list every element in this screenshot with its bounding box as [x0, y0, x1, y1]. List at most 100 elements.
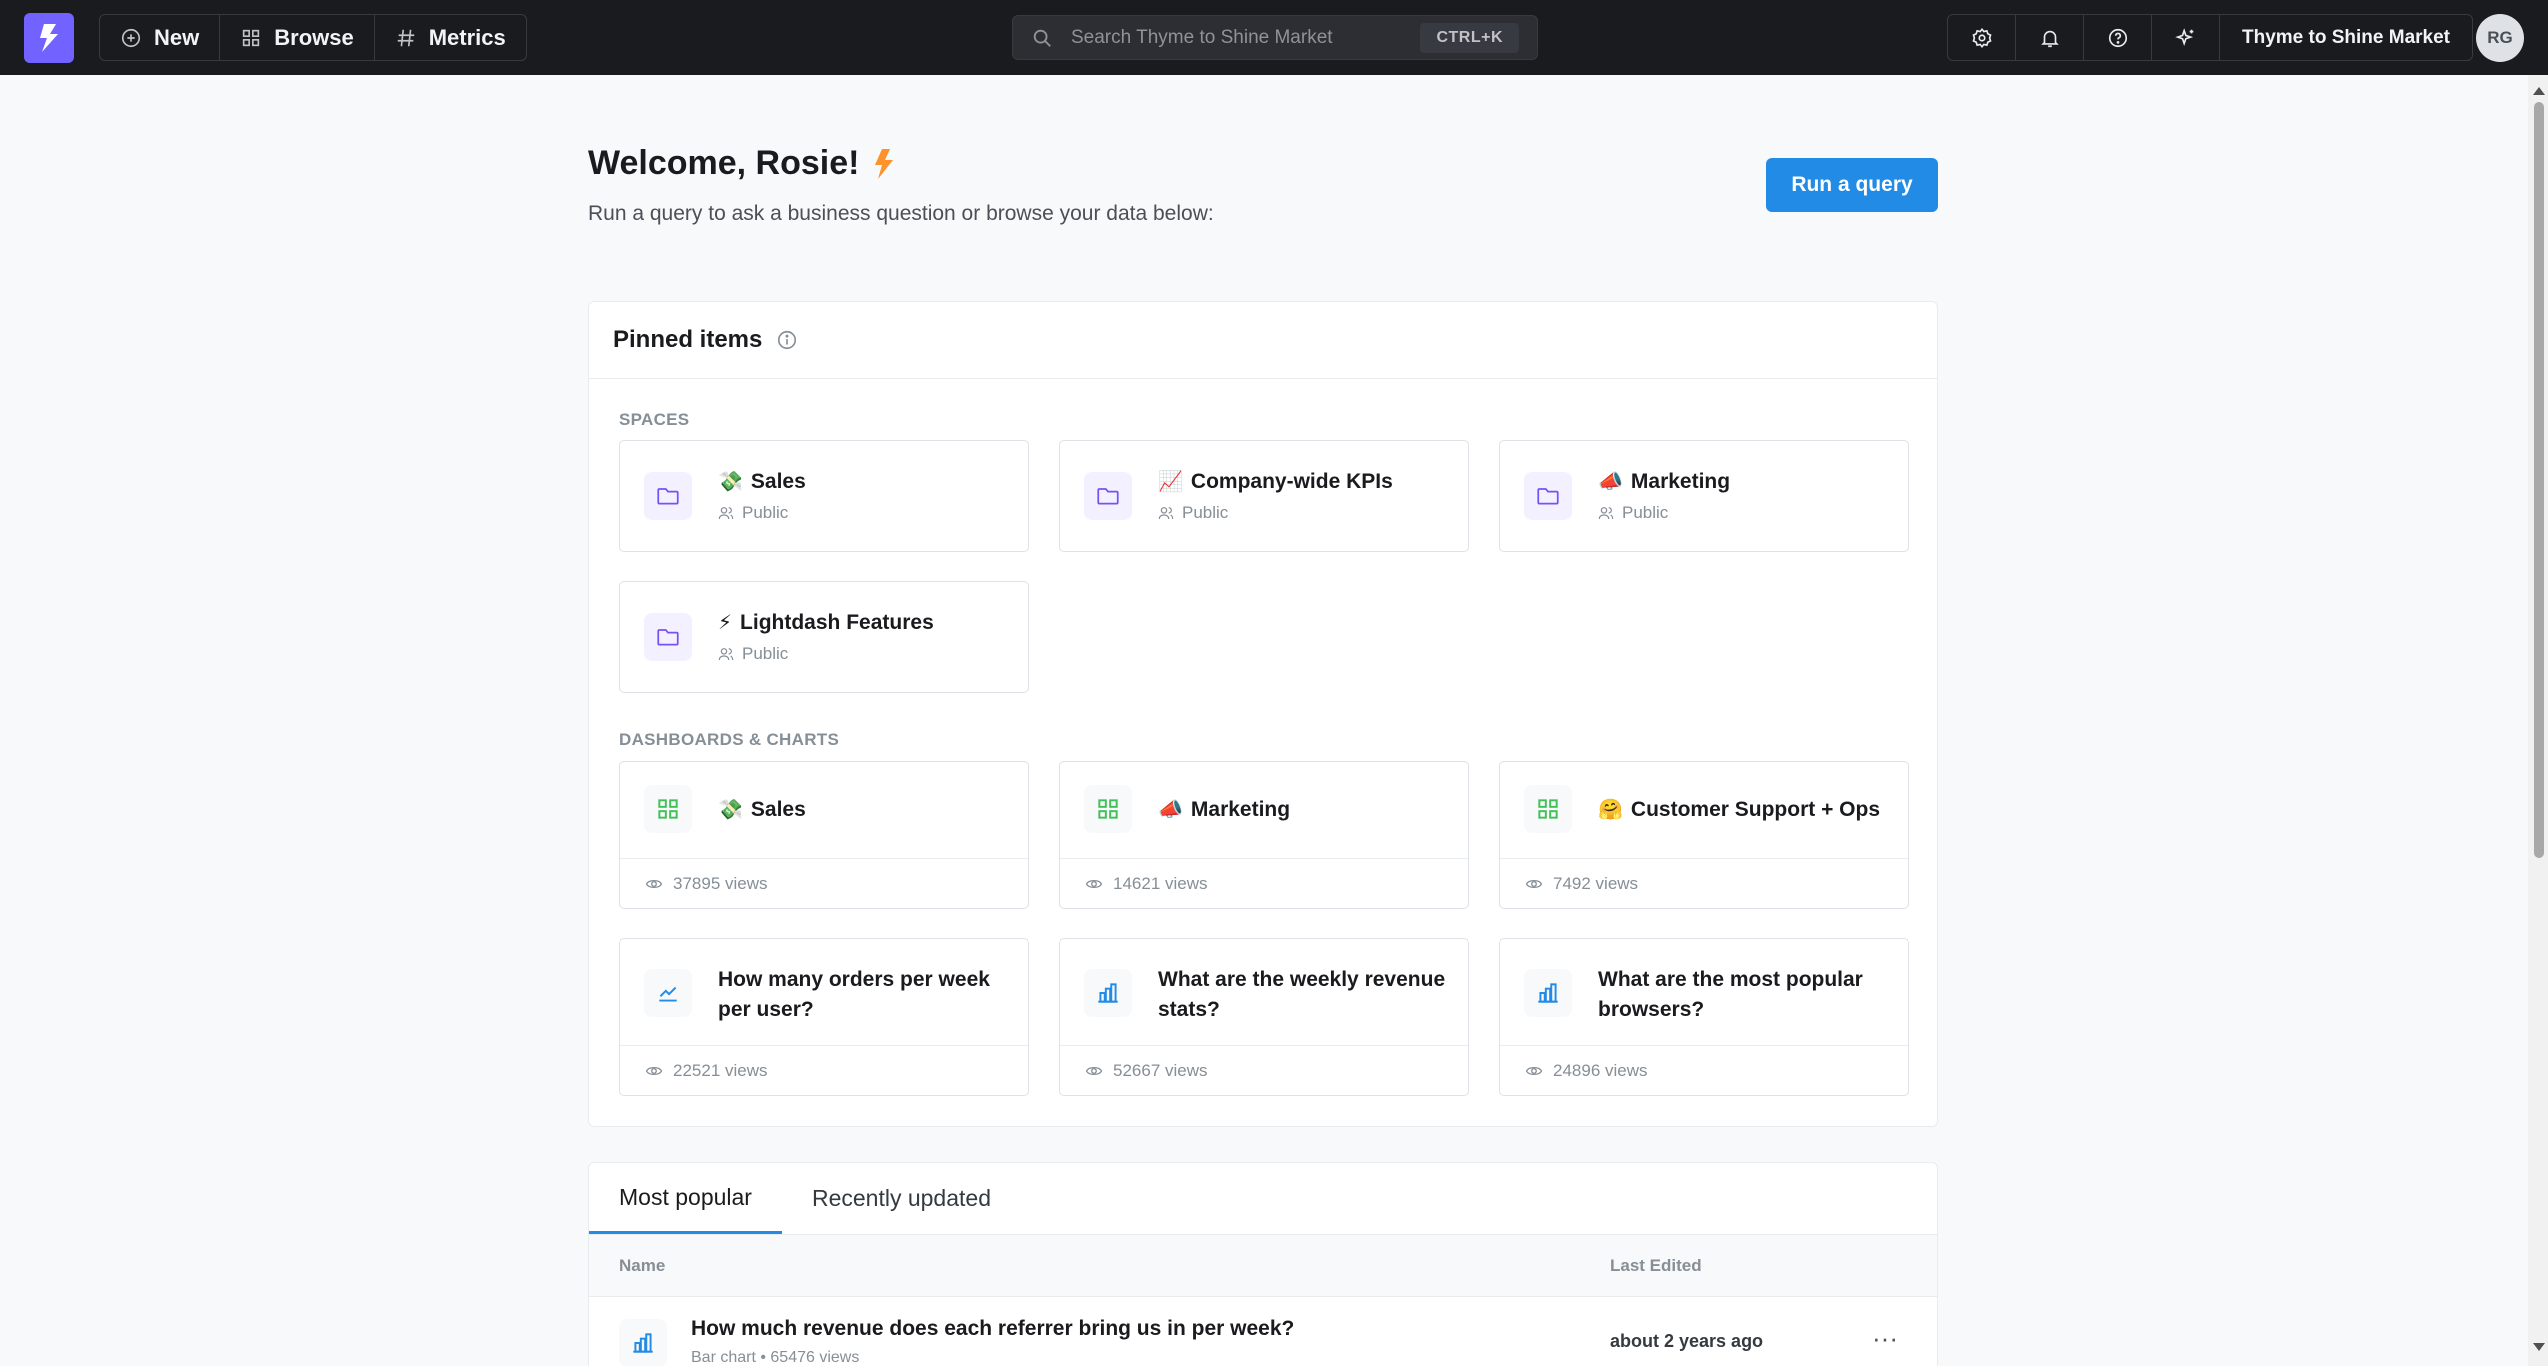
dashboard-views: 7492 views	[1500, 858, 1908, 908]
space-card-sales[interactable]: 💸 Sales Public	[619, 440, 1029, 552]
row-chart-icon-wrap	[619, 1319, 667, 1366]
dashboard-title: 🤗 Customer Support + Ops	[1598, 797, 1880, 822]
space-name: Lightdash Features	[740, 610, 934, 634]
column-header-last-edited[interactable]: Last Edited	[1610, 1256, 1702, 1276]
eye-icon	[645, 879, 663, 888]
dashboard-icon	[1098, 799, 1118, 819]
views-count: 14621 views	[1113, 873, 1208, 893]
chart-title-line2: stats?	[1158, 998, 1220, 1021]
run-query-button[interactable]: Run a query	[1766, 158, 1938, 212]
help-circle-icon	[2108, 28, 2127, 47]
space-visibility-label: Public	[1182, 503, 1229, 522]
browse-button[interactable]: Browse	[220, 15, 375, 60]
views-count: 37895 views	[673, 873, 768, 893]
spaces-section-label: SPACES	[619, 410, 690, 429]
ai-assistant-button[interactable]	[2152, 15, 2220, 60]
space-visibility-label: Public	[742, 644, 789, 663]
scroll-down-arrow-icon[interactable]	[2533, 1343, 2545, 1351]
chart-icon-wrap	[1524, 969, 1572, 1017]
hash-icon	[397, 29, 414, 46]
space-visibility-label: Public	[1622, 503, 1669, 522]
page-scrollbar[interactable]	[2528, 75, 2548, 1366]
dashboard-card-sales[interactable]: 💸 Sales 37895 views	[619, 761, 1029, 909]
space-visibility-label: Public	[742, 503, 789, 522]
space-card-marketing[interactable]: 📣 Marketing Public	[1499, 440, 1909, 552]
space-emoji: 💸	[718, 471, 743, 493]
eye-icon	[1525, 879, 1543, 888]
lightdash-logo[interactable]	[24, 13, 74, 63]
dashboard-views: 37895 views	[620, 858, 1028, 908]
users-icon	[718, 507, 734, 520]
views-count: 24896 views	[1553, 1060, 1648, 1080]
search-input[interactable]: Search Thyme to Shine Market CTRL+K	[1012, 15, 1538, 60]
lightning-emoji-icon	[875, 148, 894, 179]
organization-name: Thyme to Shine Market	[2242, 26, 2450, 48]
eye-icon	[1085, 879, 1103, 888]
dashboard-title: 💸 Sales	[718, 797, 806, 822]
plus-circle-icon	[121, 28, 141, 47]
nav-button-group: New Browse Metrics	[99, 14, 527, 61]
row-title[interactable]: How much revenue does each referrer brin…	[691, 1317, 1294, 1341]
chart-title-line1: What are the weekly revenue	[1158, 968, 1446, 991]
chart-title-line2: browsers?	[1598, 998, 1705, 1021]
metrics-button[interactable]: Metrics	[375, 15, 526, 60]
dashboard-icon	[658, 799, 678, 819]
column-header-name[interactable]: Name	[619, 1256, 665, 1276]
pinned-items-header: Pinned items	[589, 302, 1937, 379]
organization-switcher[interactable]: Thyme to Shine Market	[2220, 15, 2472, 60]
gear-icon	[1971, 27, 1992, 48]
bar-chart-icon	[633, 1333, 653, 1353]
search-icon	[1033, 29, 1051, 47]
chart-card-weekly-revenue[interactable]: What are the weekly revenue stats? 52667…	[1059, 938, 1469, 1096]
user-avatar[interactable]: RG	[2476, 14, 2524, 62]
dashboard-icon	[1538, 799, 1558, 819]
space-title: ⚡ Lightdash Features	[718, 610, 934, 635]
dashboard-icon-wrap	[644, 785, 692, 833]
chart-card-popular-browsers[interactable]: What are the most popular browsers? 2489…	[1499, 938, 1909, 1096]
space-title: 📈 Company-wide KPIs	[1158, 469, 1393, 494]
chart-card-orders-per-week[interactable]: How many orders per week per user? 22521…	[619, 938, 1029, 1096]
new-button[interactable]: New	[100, 15, 221, 60]
tab-most-popular[interactable]: Most popular	[589, 1163, 782, 1234]
space-card-company-kpis[interactable]: 📈 Company-wide KPIs Public	[1059, 440, 1469, 552]
bar-chart-icon	[1098, 983, 1118, 1003]
chart-title-line1: How many orders per week	[718, 968, 990, 991]
folder-icon	[657, 488, 679, 505]
avatar-initials: RG	[2487, 28, 2513, 47]
dashboard-icon-wrap	[1084, 785, 1132, 833]
scrollbar-thumb[interactable]	[2534, 102, 2544, 858]
settings-button[interactable]	[1948, 15, 2016, 60]
views-count: 7492 views	[1553, 873, 1639, 893]
help-button[interactable]	[2084, 15, 2152, 60]
table-header: Name Last Edited	[589, 1235, 1937, 1297]
row-meta: Bar chart • 65476 views	[691, 1349, 860, 1366]
table-row[interactable]: How much revenue does each referrer brin…	[589, 1297, 1937, 1366]
top-navbar: New Browse Metrics Search Thyme to Shine…	[0, 0, 2548, 75]
content-tabs-panel: Most popular Recently updated Name Last …	[588, 1162, 1938, 1366]
sparkles-icon	[2174, 27, 2193, 46]
welcome-heading: Welcome, Rosie!	[588, 144, 895, 183]
pinned-items-panel: Pinned items SPACES 💸 Sales Public 📈 Com…	[588, 301, 1938, 1127]
space-name: Company-wide KPIs	[1190, 469, 1393, 493]
dashboard-emoji: 💸	[718, 799, 743, 821]
space-folder-icon-wrap	[644, 472, 692, 520]
dashboard-name: Marketing	[1190, 797, 1291, 821]
scroll-up-arrow-icon[interactable]	[2533, 87, 2545, 95]
dashboard-card-customer-support[interactable]: 🤗 Customer Support + Ops 7492 views	[1499, 761, 1909, 909]
browse-button-label: Browse	[274, 24, 354, 50]
space-card-lightdash-features[interactable]: ⚡ Lightdash Features Public	[619, 581, 1029, 693]
bell-icon	[2040, 30, 2059, 47]
line-chart-icon	[659, 986, 677, 1002]
chart-views: 22521 views	[620, 1045, 1028, 1095]
info-icon[interactable]	[776, 329, 798, 351]
dashboard-card-marketing[interactable]: 📣 Marketing 14621 views	[1059, 761, 1469, 909]
space-folder-icon-wrap	[1524, 472, 1572, 520]
row-more-menu-icon[interactable]: ···	[1872, 1323, 1898, 1354]
tabs-bar: Most popular Recently updated	[589, 1163, 1937, 1235]
users-icon	[718, 648, 734, 661]
dashboard-name: Customer Support + Ops	[1630, 797, 1881, 821]
chart-title: What are the weekly revenue stats?	[1158, 965, 1445, 1025]
notifications-button[interactable]	[2016, 15, 2084, 60]
chart-title-line1: What are the most popular	[1598, 968, 1863, 991]
tab-recently-updated[interactable]: Recently updated	[782, 1163, 1021, 1234]
